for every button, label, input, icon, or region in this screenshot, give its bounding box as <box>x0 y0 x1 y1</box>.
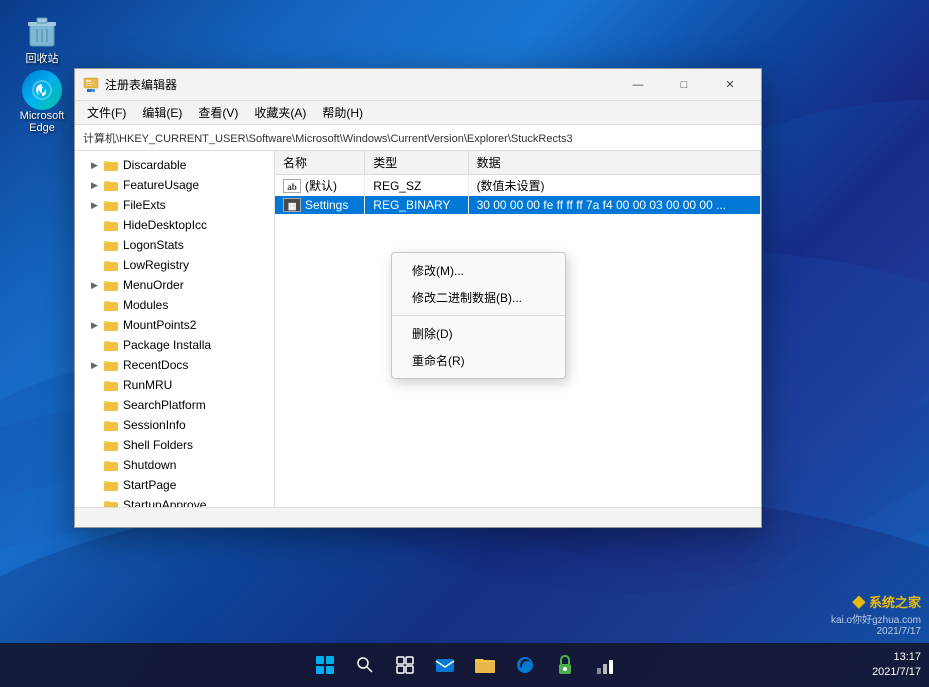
tree-item[interactable]: StartPage <box>75 475 274 495</box>
network-button[interactable] <box>587 647 623 683</box>
context-menu-item[interactable]: 重命名(R) <box>392 347 565 374</box>
table-row[interactable]: ab(默认)REG_SZ(数值未设置) <box>275 175 761 197</box>
tree-item-label: Discardable <box>123 158 186 172</box>
tree-item[interactable]: ▶ Discardable <box>75 155 274 175</box>
tree-item-label: FeatureUsage <box>123 178 199 192</box>
tree-item[interactable]: Modules <box>75 295 274 315</box>
cell-type: REG_SZ <box>365 175 468 197</box>
close-button[interactable]: ✕ <box>707 70 753 100</box>
start-button[interactable] <box>307 647 343 683</box>
tree-item-label: SessionInfo <box>123 418 186 432</box>
tree-arrow-icon: ▶ <box>91 180 103 191</box>
edge-icon-img <box>22 70 62 110</box>
address-bar: 计算机\HKEY_CURRENT_USER\Software\Microsoft… <box>75 125 761 151</box>
tree-panel[interactable]: ▶ Discardable ▶ FeatureUsage ▶ FileExts HideDe… <box>75 151 275 507</box>
registry-table: 名称 类型 数据 ab(默认)REG_SZ(数值未设置)▦SettingsREG… <box>275 151 761 214</box>
tree-item-label: StartPage <box>123 478 176 492</box>
menu-favorites[interactable]: 收藏夹(A) <box>246 102 314 123</box>
context-menu: 修改(M)...修改二进制数据(B)... 删除(D)重命名(R) <box>391 252 566 379</box>
tree-item-label: Shutdown <box>123 458 176 472</box>
table-row[interactable]: ▦SettingsREG_BINARY30 00 00 00 fe ff ff … <box>275 196 761 214</box>
tree-item[interactable]: SearchPlatform <box>75 395 274 415</box>
tree-item[interactable]: ▶ MenuOrder <box>75 275 274 295</box>
taskbar-right: 13:17 2021/7/17 <box>872 650 921 681</box>
desktop: 回收站 Microsoft Edge ◆ 系统之家 kai.o你好gzhua.c… <box>0 0 929 687</box>
recycle-bin-icon[interactable]: 回收站 <box>10 10 74 66</box>
tree-item[interactable]: StartupApprove <box>75 495 274 507</box>
tree-item[interactable]: Shell Folders <box>75 435 274 455</box>
tree-item-label: HideDesktopIcc <box>123 218 207 232</box>
taskbar: 13:17 2021/7/17 <box>0 643 929 687</box>
regedit-window: 注册表编辑器 — □ ✕ 文件(F) 编辑(E) 查看(V) 收藏夹(A) 帮助… <box>74 68 762 528</box>
tree-item[interactable]: LogonStats <box>75 235 274 255</box>
recycle-bin-label: 回收站 <box>26 50 59 66</box>
context-menu-item[interactable]: 删除(D) <box>392 320 565 347</box>
context-menu-item[interactable]: 修改二进制数据(B)... <box>392 284 565 311</box>
tree-item-label: RecentDocs <box>123 358 188 372</box>
tree-item[interactable]: ▶ FeatureUsage <box>75 175 274 195</box>
tree-item[interactable]: Package Installa <box>75 335 274 355</box>
edge-taskbar[interactable] <box>507 647 543 683</box>
context-menu-item[interactable]: 修改(M)... <box>392 257 565 284</box>
tree-arrow-icon: ▶ <box>91 280 103 291</box>
recycle-bin-svg <box>22 10 62 50</box>
tree-item-label: FileExts <box>123 198 166 212</box>
tree-item-label: LogonStats <box>123 238 184 252</box>
tree-item-label: LowRegistry <box>123 258 189 272</box>
tree-item[interactable]: LowRegistry <box>75 255 274 275</box>
search-button[interactable] <box>347 647 383 683</box>
cell-data: 30 00 00 00 fe ff ff ff 7a f4 00 00 03 0… <box>468 196 760 214</box>
tree-item[interactable]: Shutdown <box>75 455 274 475</box>
cell-name: ab(默认) <box>275 175 365 197</box>
edge-label: Microsoft Edge <box>10 110 74 134</box>
tree-item[interactable]: ▶ RecentDocs <box>75 355 274 375</box>
tree-item-label: MountPoints2 <box>123 318 196 332</box>
tree-item[interactable]: ▶ FileExts <box>75 195 274 215</box>
menu-help[interactable]: 帮助(H) <box>314 102 371 123</box>
watermark: ◆ 系统之家 kai.o你好gzhua.com 2021/7/17 <box>831 592 921 637</box>
menu-view[interactable]: 查看(V) <box>190 102 246 123</box>
tree-item[interactable]: ▶ MountPoints2 <box>75 315 274 335</box>
tree-item-label: StartupApprove <box>123 498 206 507</box>
taskbar-time: 13:17 2021/7/17 <box>872 650 921 681</box>
title-bar: 注册表编辑器 — □ ✕ <box>75 69 761 101</box>
title-bar-text: 注册表编辑器 <box>105 76 615 93</box>
tree-item[interactable]: HideDesktopIcc <box>75 215 274 235</box>
menu-edit[interactable]: 编辑(E) <box>134 102 190 123</box>
tree-arrow-icon: ▶ <box>91 160 103 171</box>
tree-arrow-icon: ▶ <box>91 320 103 331</box>
file-explorer-button[interactable] <box>467 647 503 683</box>
edge-browser-icon[interactable]: Microsoft Edge <box>10 70 74 134</box>
tree-arrow-icon: ▶ <box>91 200 103 211</box>
tree-item-label: MenuOrder <box>123 278 184 292</box>
cell-name: ▦Settings <box>275 196 365 214</box>
menu-bar: 文件(F) 编辑(E) 查看(V) 收藏夹(A) 帮助(H) <box>75 101 761 125</box>
col-type: 类型 <box>365 151 468 175</box>
tree-item-label: Shell Folders <box>123 438 193 452</box>
col-name: 名称 <box>275 151 365 175</box>
minimize-button[interactable]: — <box>615 70 661 100</box>
tree-item[interactable]: SessionInfo <box>75 415 274 435</box>
cell-data: (数值未设置) <box>468 175 760 197</box>
tree-item[interactable]: RunMRU <box>75 375 274 395</box>
tree-item-label: Package Installa <box>123 338 211 352</box>
tree-item-label: Modules <box>123 298 168 312</box>
security-button[interactable] <box>547 647 583 683</box>
tree-arrow-icon: ▶ <box>91 360 103 371</box>
tree-item-label: SearchPlatform <box>123 398 206 412</box>
tree-item-label: RunMRU <box>123 378 172 392</box>
task-view-button[interactable] <box>387 647 423 683</box>
regedit-icon <box>83 77 99 93</box>
title-bar-buttons: — □ ✕ <box>615 70 753 100</box>
col-data: 数据 <box>468 151 760 175</box>
mail-app[interactable] <box>427 647 463 683</box>
cell-type: REG_BINARY <box>365 196 468 214</box>
address-text: 计算机\HKEY_CURRENT_USER\Software\Microsoft… <box>83 130 573 146</box>
maximize-button[interactable]: □ <box>661 70 707 100</box>
status-bar <box>75 507 761 527</box>
menu-file[interactable]: 文件(F) <box>79 102 134 123</box>
context-menu-separator <box>392 315 565 316</box>
